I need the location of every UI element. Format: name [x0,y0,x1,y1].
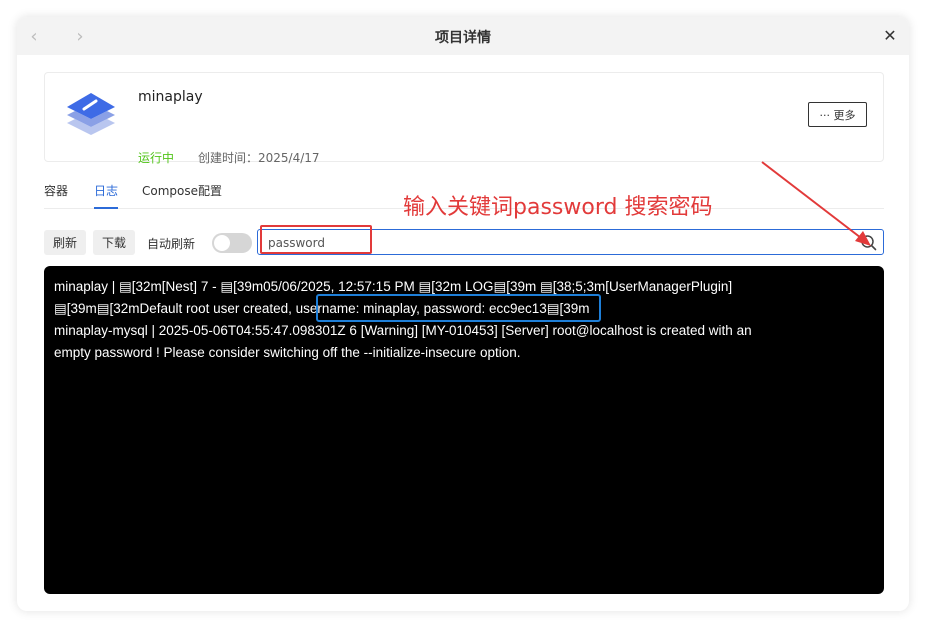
auto-refresh-label: 自动刷新 [147,237,196,251]
download-button[interactable]: 下载 [93,230,135,255]
close-icon[interactable]: ✕ [880,25,900,45]
tab-logs[interactable]: 日志 [94,182,119,209]
search-icon[interactable] [860,234,877,251]
log-text: ▤[39m▤[32mDefault root user created [54,301,289,316]
tab-compose-config[interactable]: Compose配置 [142,182,222,209]
created-time: 创建时间：2025/4/17 [198,151,320,165]
log-output-panel[interactable]: minaplay | ▤[32m[Nest] 7 - ▤[39m05/06/20… [44,266,884,594]
log-line: minaplay-mysql | 2025-05-06T04:55:47.098… [54,323,752,338]
log-line: ▤[39m▤[32mDefault root user created, use… [54,298,874,320]
status-badge: 运行中 [138,151,175,165]
stack-logo-icon [67,93,115,135]
log-line: minaplay | ▤[32m[Nest] 7 - ▤[39m05/06/20… [54,279,733,294]
app-name: minaplay [138,89,203,105]
toggle-knob [214,235,230,251]
log-search-box [257,229,884,255]
refresh-button[interactable]: 刷新 [44,230,86,255]
project-details-window: ‹ › 项目详情 ✕ minaplay 运行中 创建时间：2025/4/17 ·… [17,17,909,611]
log-line: empty password ! Please consider switchi… [54,345,521,360]
auto-refresh-toggle[interactable] [212,233,252,253]
title-bar: ‹ › 项目详情 ✕ [17,17,909,55]
log-credentials-text: , username: minaplay, password: ecc9ec13 [288,301,547,316]
annotation-text: 输入关键词password 搜索密码 [403,195,713,220]
more-button[interactable]: ··· 更多 [808,102,867,127]
app-info-card: minaplay 运行中 创建时间：2025/4/17 ··· 更多 [44,72,884,165]
log-text: ▤[39m [546,301,590,316]
tab-containers[interactable]: 容器 [44,182,68,209]
log-search-input[interactable] [268,234,828,252]
window-title: 项目详情 [435,30,491,46]
